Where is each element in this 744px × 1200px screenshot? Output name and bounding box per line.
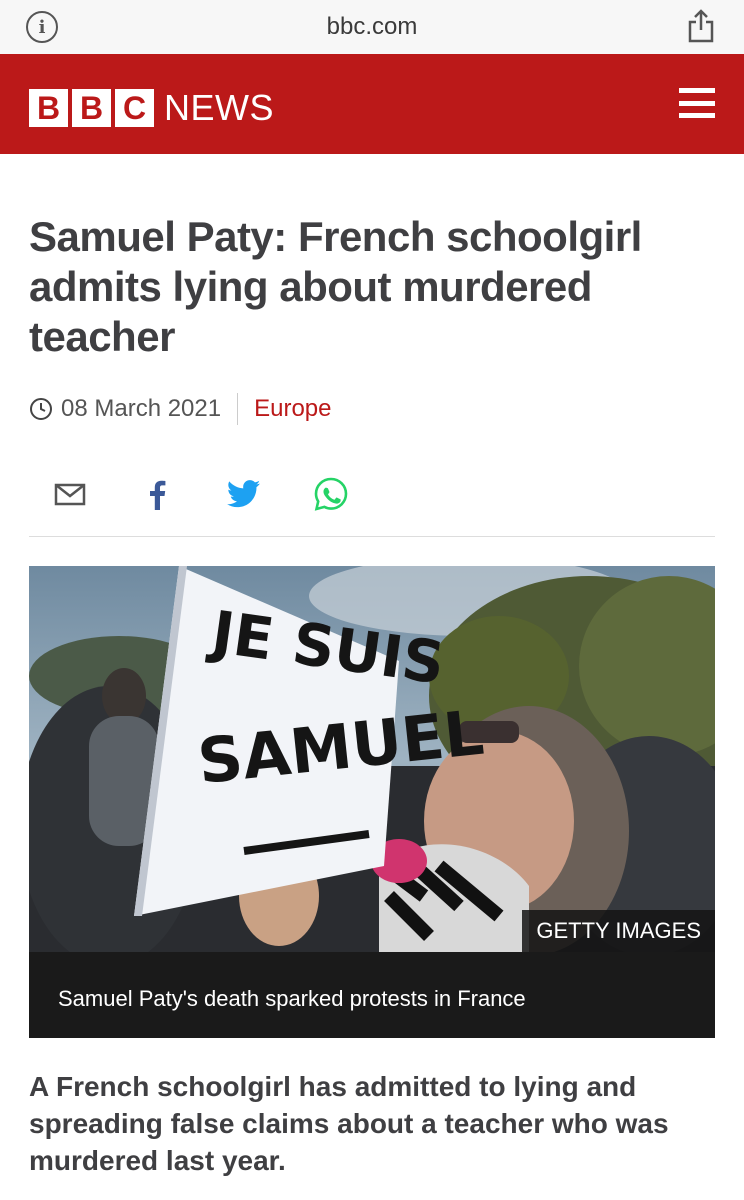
logo-letter-b2: B [72, 89, 111, 127]
share-divider [29, 536, 715, 537]
share-tools [50, 474, 398, 514]
url-text[interactable]: bbc.com [0, 13, 744, 41]
whatsapp-icon[interactable] [311, 474, 351, 514]
hero-image[interactable]: JE SUIS SAMUEL GETTY IMAGES [29, 566, 715, 952]
image-caption: Samuel Paty's death sparked protests in … [29, 952, 715, 1038]
browser-address-bar: i bbc.com [0, 0, 744, 54]
share-icon[interactable] [686, 8, 716, 44]
twitter-icon[interactable] [224, 474, 264, 514]
publish-date: 08 March 2021 [61, 395, 222, 422]
site-header: B B C NEWS [0, 54, 744, 154]
section-link[interactable]: Europe [254, 395, 331, 423]
meta-divider [237, 393, 239, 425]
logo-letter-c: C [115, 89, 154, 127]
protest-photo: JE SUIS SAMUEL [29, 566, 715, 952]
email-icon[interactable] [50, 474, 90, 514]
logo-letter-b1: B [29, 89, 68, 127]
logo-news-word: NEWS [164, 87, 274, 128]
facebook-icon[interactable] [137, 474, 177, 514]
clock-icon [30, 398, 52, 420]
article-headline: Samuel Paty: French schoolgirl admits ly… [29, 213, 642, 360]
article-meta: 08 March 2021 Europe [29, 392, 332, 426]
hamburger-menu-icon[interactable] [679, 88, 715, 118]
image-credit: GETTY IMAGES [522, 910, 715, 952]
bbc-news-logo[interactable]: B B C NEWS [29, 87, 274, 129]
article-intro: A French schoolgirl has admitted to lyin… [29, 1071, 669, 1176]
